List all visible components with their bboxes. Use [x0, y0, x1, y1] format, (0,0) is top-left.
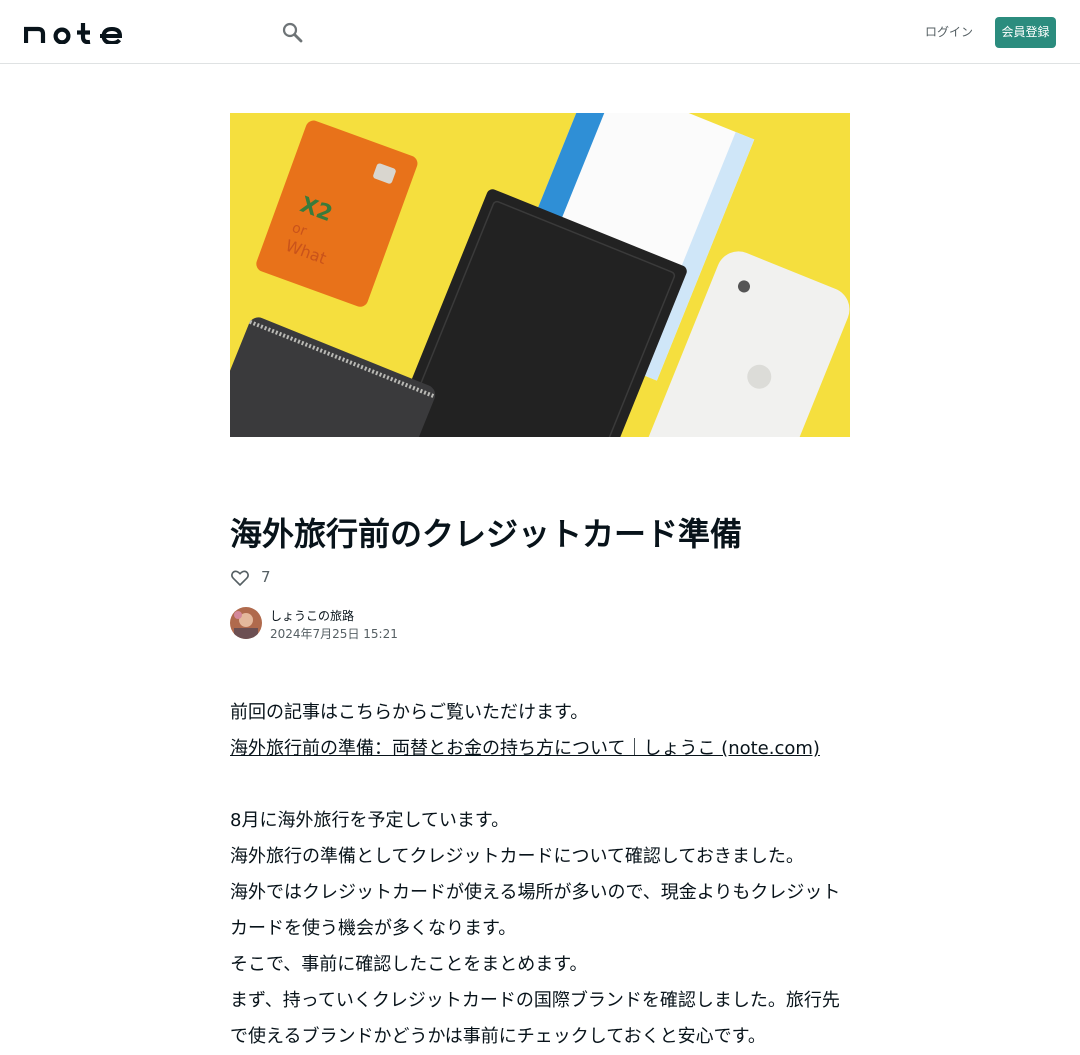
search-icon [282, 22, 303, 43]
site-header: ログイン 会員登録 [0, 0, 1080, 64]
login-link[interactable]: ログイン [922, 20, 976, 44]
avatar[interactable] [230, 607, 262, 639]
body-paragraph: 海外ではクレジットカードが使える場所が多いので、現金よりもクレジットカードを使う… [230, 882, 841, 939]
hero-illustration: X2 or What [230, 113, 850, 437]
article-title: 海外旅行前のクレジットカード準備 [230, 515, 743, 553]
avatar-image [230, 607, 262, 639]
hero-image[interactable]: X2 or What [230, 113, 850, 437]
like-count[interactable]: 7 [261, 566, 271, 588]
body-paragraph: 8月に海外旅行を予定しています。 [230, 810, 510, 831]
previous-article-link[interactable]: 海外旅行前の準備：両替とお金の持ち方について｜しょうこ (note.com) [230, 738, 820, 759]
body-paragraph: 海外旅行の準備としてクレジットカードについて確認しておきました。 [230, 846, 804, 867]
heart-icon [231, 570, 249, 586]
body-paragraph: まず、持っていくクレジットカードの国際ブランドを確認しました。旅行先で使えるブラ… [230, 990, 840, 1047]
note-logo[interactable] [24, 21, 123, 44]
body-paragraph: 前回の記事はこちらからご覧いただけます。 [230, 702, 589, 723]
search-button[interactable] [278, 18, 306, 46]
author-name[interactable]: しょうこの旅路 [270, 608, 354, 624]
like-button[interactable] [230, 568, 250, 588]
post-date: 2024年7月25日 15:21 [270, 627, 398, 641]
signup-button[interactable]: 会員登録 [995, 17, 1056, 48]
article-body: 前回の記事はこちらからご覧いただけます。 海外旅行前の準備：両替とお金の持ち方に… [230, 695, 850, 1055]
body-paragraph: そこで、事前に確認したことをまとめます。 [230, 954, 588, 975]
